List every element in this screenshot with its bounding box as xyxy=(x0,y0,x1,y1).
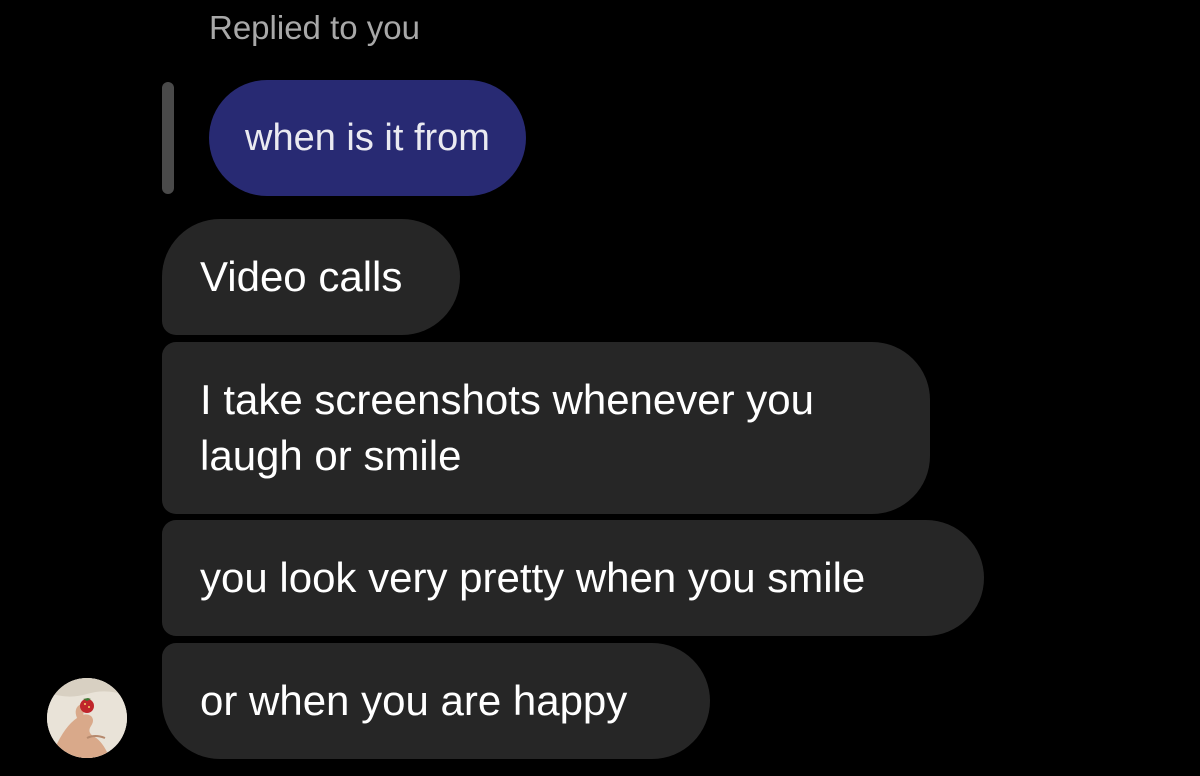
quoted-message-text: when is it from xyxy=(245,116,490,159)
reply-indicator-bar xyxy=(162,82,174,194)
message-thread: Replied to you when is it from Video cal… xyxy=(0,0,1200,776)
message-text: or when you are happy xyxy=(200,677,628,724)
profile-photo-hand-holding-strawberry-icon xyxy=(47,678,127,758)
message-bubble[interactable]: Video calls xyxy=(162,219,460,335)
message-text: you look very pretty when you smile xyxy=(200,554,866,601)
reply-label: Replied to you xyxy=(209,9,420,46)
avatar[interactable] xyxy=(47,678,127,758)
message-line: laugh or smile xyxy=(200,432,462,479)
message-bubble[interactable]: you look very pretty when you smile xyxy=(162,520,984,636)
message-bubble[interactable]: or when you are happy xyxy=(162,643,710,759)
message-bubble[interactable]: I take screenshots whenever you laugh or… xyxy=(162,342,930,514)
message-line: I take screenshots whenever you xyxy=(200,376,815,423)
message-text: I take screenshots whenever you laugh or… xyxy=(200,372,814,484)
quoted-message-bubble[interactable]: when is it from xyxy=(209,80,526,196)
message-text: Video calls xyxy=(200,253,403,300)
